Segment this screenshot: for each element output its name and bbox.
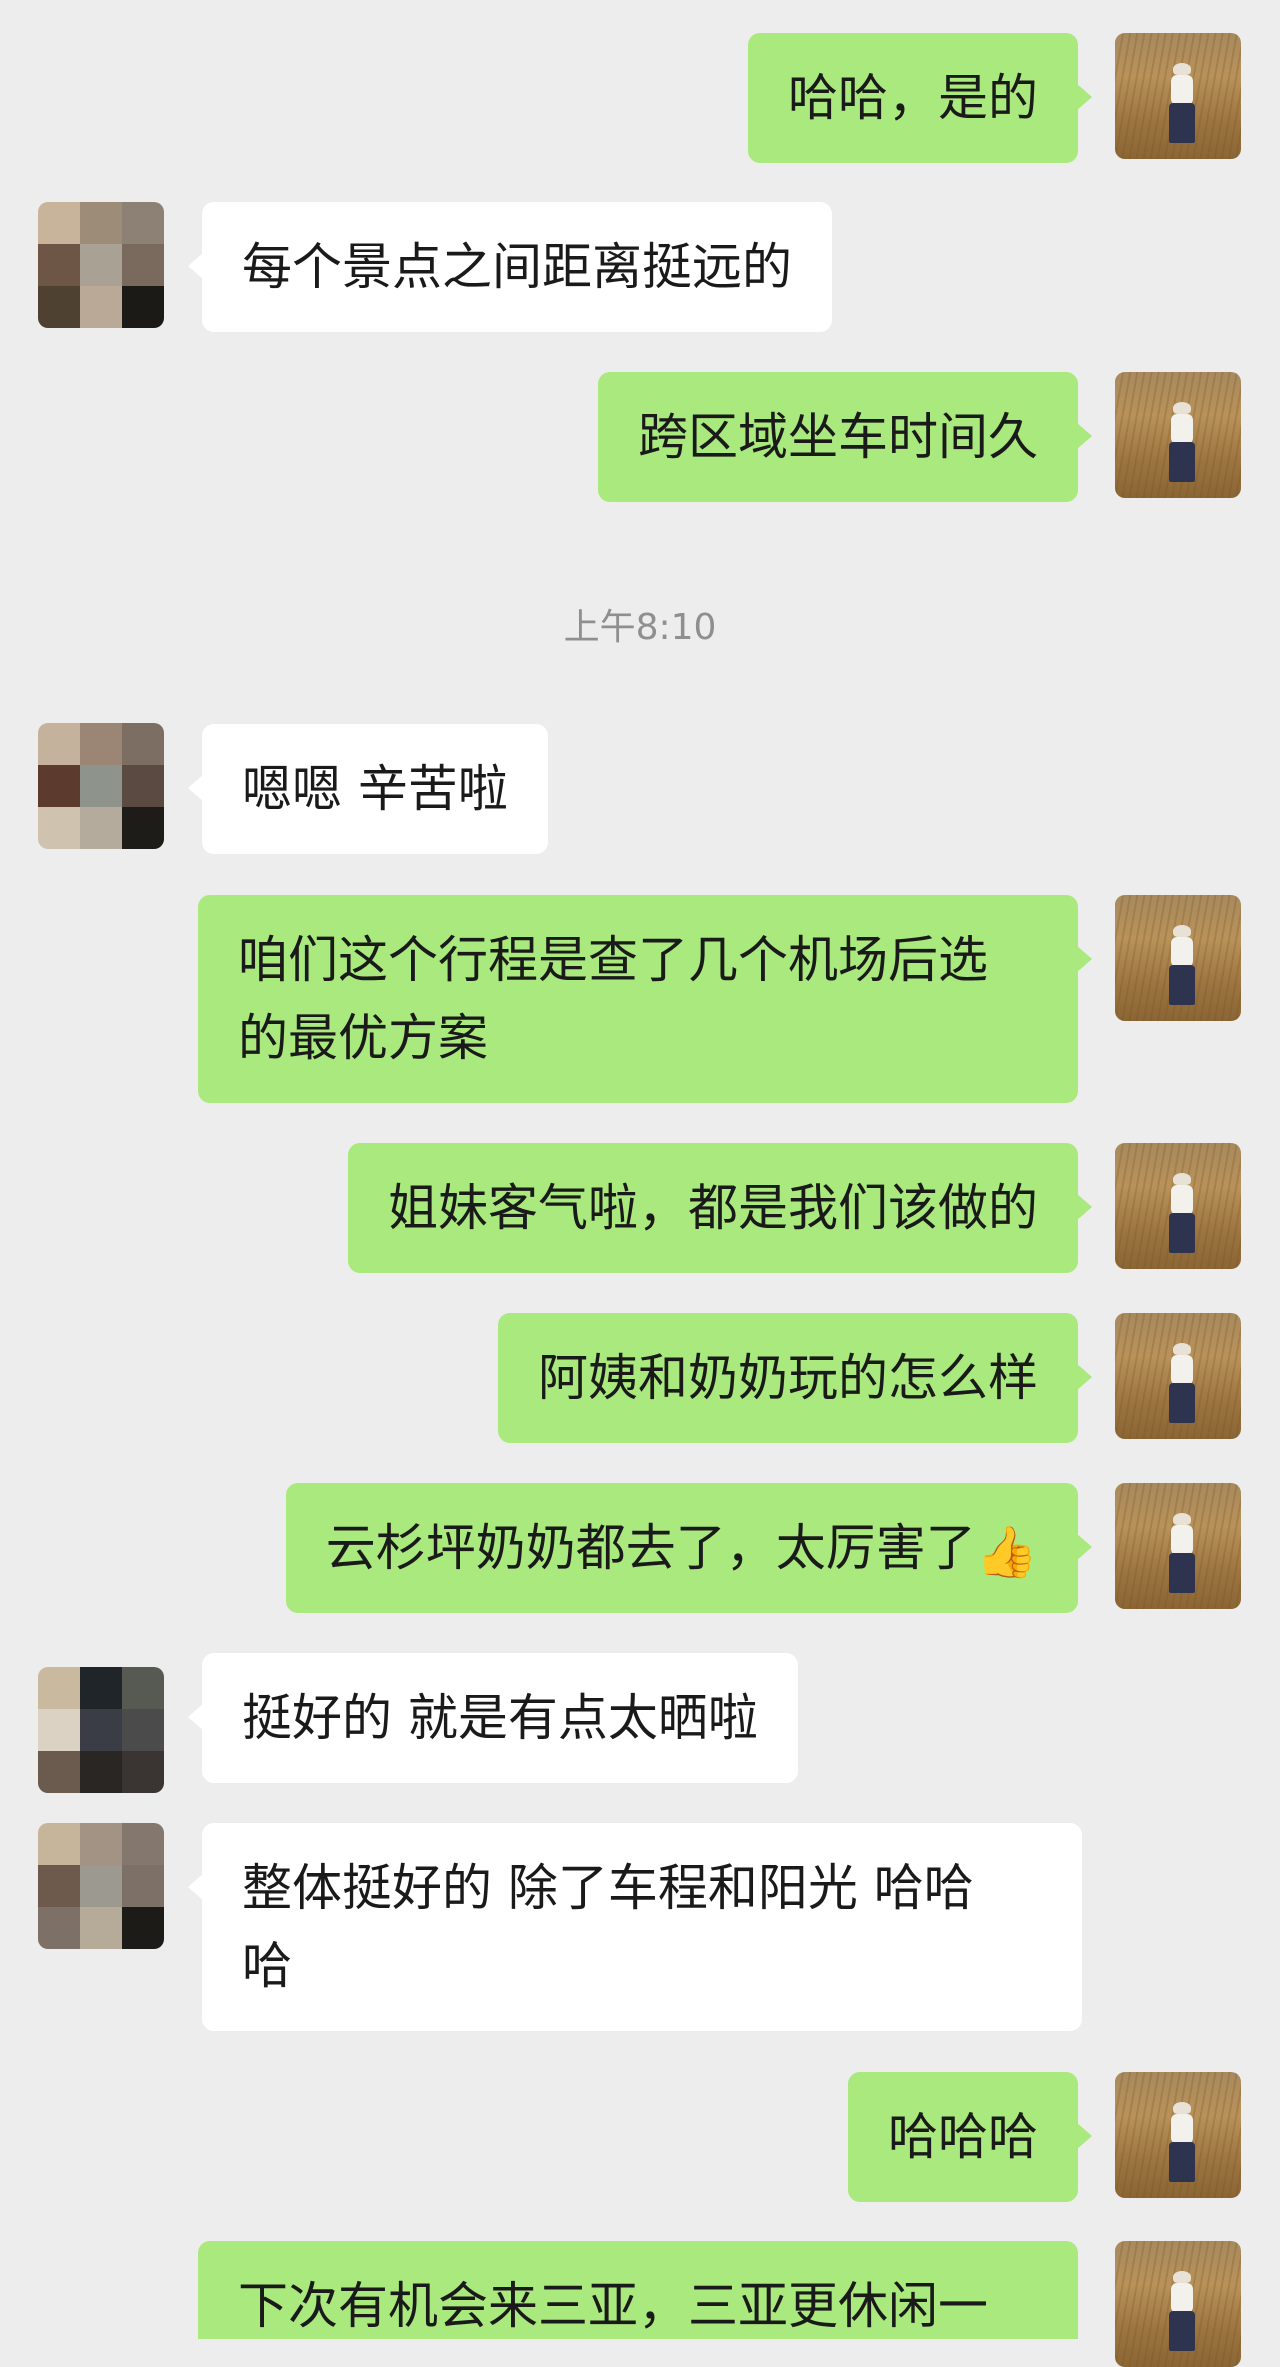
contact-avatar[interactable] — [38, 202, 164, 328]
my-message-bubble[interactable]: 哈哈，是的 — [748, 33, 1092, 163]
my-avatar[interactable] — [1115, 1143, 1241, 1269]
my-avatar[interactable] — [1115, 33, 1241, 159]
contact-avatar[interactable] — [38, 1667, 164, 1793]
my-message-bubble[interactable]: 下次有机会来三亚，三亚更休闲一 — [198, 2241, 1078, 2339]
my-avatar[interactable] — [1115, 1483, 1241, 1609]
contact-message-bubble[interactable]: 每个景点之间距离挺远的 — [188, 202, 832, 332]
my-avatar[interactable] — [1115, 1313, 1241, 1439]
thumbs-up-icon: 👍 — [975, 1523, 1038, 1581]
contact-message-bubble[interactable]: 整体挺好的 除了车程和阳光 哈哈 哈 — [188, 1823, 1082, 2031]
message-text: 云杉坪奶奶都去了，太厉害了 — [325, 1519, 976, 1577]
contact-message-bubble[interactable]: 挺好的 就是有点太晒啦 — [188, 1653, 798, 1783]
my-message-bubble[interactable]: 哈哈哈 — [848, 2072, 1092, 2202]
contact-avatar[interactable] — [38, 723, 164, 849]
timestamp: 上午8:10 — [563, 607, 717, 648]
my-message-bubble[interactable]: 跨区域坐车时间久 — [598, 372, 1092, 502]
my-message-bubble[interactable]: 云杉坪奶奶都去了，太厉害了👍 — [285, 1483, 1093, 1613]
my-avatar[interactable] — [1115, 372, 1241, 498]
my-message-bubble[interactable]: 咱们这个行程是查了几个机场后选 的最优方案 — [198, 895, 1092, 1103]
contact-avatar[interactable] — [38, 1823, 164, 1949]
my-avatar[interactable] — [1115, 2072, 1241, 2198]
my-avatar[interactable] — [1115, 895, 1241, 1021]
contact-message-bubble[interactable]: 嗯嗯 辛苦啦 — [188, 724, 548, 854]
my-message-bubble[interactable]: 阿姨和奶奶玩的怎么样 — [498, 1313, 1092, 1443]
my-avatar[interactable] — [1115, 2241, 1241, 2367]
my-message-bubble[interactable]: 姐妹客气啦，都是我们该做的 — [348, 1143, 1092, 1273]
